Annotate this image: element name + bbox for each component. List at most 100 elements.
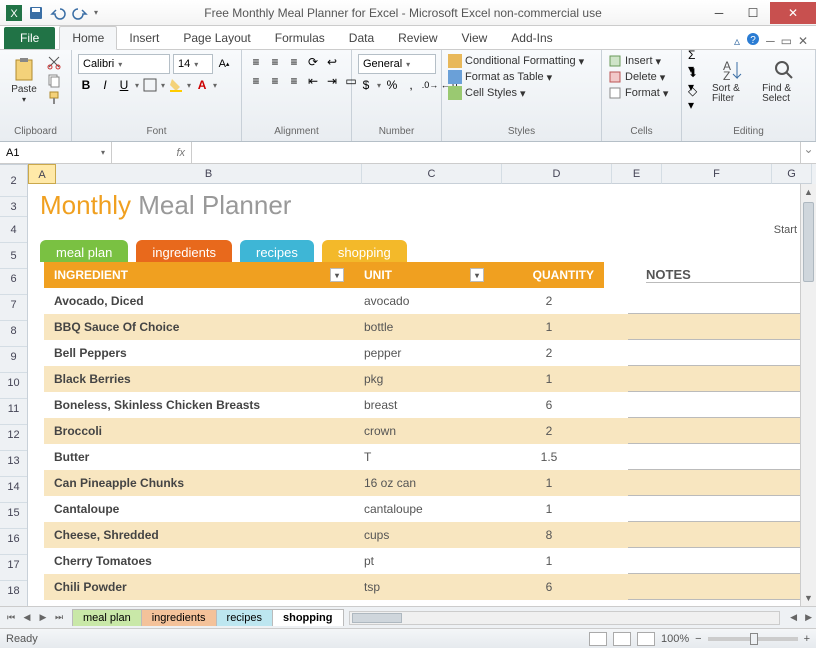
row-header-3[interactable]: 3 [0, 197, 27, 217]
grow-font-icon[interactable]: A▴ [216, 56, 232, 72]
name-box[interactable]: A1▾ [0, 142, 112, 163]
increase-decimal-icon[interactable]: .0→ [422, 77, 438, 93]
sheet-tab-ingredients[interactable]: ingredients [141, 609, 217, 626]
row-header-18[interactable]: 18 [0, 581, 27, 607]
row-header-4[interactable]: 4 [0, 217, 27, 243]
clear-icon[interactable]: ◇ ▾ [688, 90, 704, 106]
formula-input[interactable] [192, 142, 800, 163]
font-color-icon[interactable]: A [194, 77, 210, 93]
column-header-A[interactable]: A [28, 164, 56, 184]
italic-icon[interactable]: I [97, 77, 113, 93]
align-top-icon[interactable]: ≡ [248, 54, 264, 70]
tab-home[interactable]: Home [59, 26, 117, 50]
expand-formula-bar-icon[interactable]: ⌄ [800, 142, 816, 163]
zoom-level[interactable]: 100% [661, 633, 689, 645]
notes-line[interactable] [628, 340, 808, 366]
border-icon[interactable] [142, 77, 158, 93]
bold-icon[interactable]: B [78, 77, 94, 93]
minimize-button[interactable]: ─ [702, 2, 736, 24]
content-tab-recipes[interactable]: recipes [240, 240, 314, 262]
column-header-G[interactable]: G [772, 164, 812, 184]
column-header-C[interactable]: C [362, 164, 502, 184]
column-header-D[interactable]: D [502, 164, 612, 184]
row-header-16[interactable]: 16 [0, 529, 27, 555]
conditional-formatting-button[interactable]: Conditional Formatting ▾ [448, 54, 584, 68]
minimize-ribbon-icon[interactable]: ▵ [734, 34, 740, 48]
find-select-button[interactable]: Find & Select [758, 54, 809, 106]
page-layout-view-icon[interactable] [613, 632, 631, 646]
file-tab[interactable]: File [4, 27, 55, 49]
tab-data[interactable]: Data [337, 27, 386, 49]
sheet-tab-recipes[interactable]: recipes [216, 609, 273, 626]
window-close-icon[interactable]: ✕ [798, 34, 808, 48]
increase-indent-icon[interactable]: ⇥ [324, 73, 340, 89]
row-header-11[interactable]: 11 [0, 399, 27, 425]
notes-line[interactable] [628, 522, 808, 548]
copy-icon[interactable] [46, 72, 62, 88]
row-header-14[interactable]: 14 [0, 477, 27, 503]
number-format-combo[interactable]: General▾ [358, 54, 436, 74]
zoom-out-icon[interactable]: − [695, 633, 701, 645]
vertical-scrollbar[interactable]: ▲▼ [800, 184, 816, 606]
save-icon[interactable] [28, 5, 44, 21]
row-header-9[interactable]: 9 [0, 347, 27, 373]
tab-insert[interactable]: Insert [117, 27, 171, 49]
notes-line[interactable] [628, 366, 808, 392]
column-header-F[interactable]: F [662, 164, 772, 184]
filter-ingredient-icon[interactable]: ▾ [330, 268, 344, 282]
close-button[interactable]: ✕ [770, 2, 816, 24]
paste-button[interactable]: Paste ▾ [6, 54, 42, 106]
content-tab-shopping[interactable]: shopping [322, 240, 407, 262]
accounting-format-icon[interactable]: $ [358, 77, 374, 93]
orientation-icon[interactable]: ⟳ [305, 54, 321, 70]
zoom-in-icon[interactable]: + [804, 633, 810, 645]
row-header-15[interactable]: 15 [0, 503, 27, 529]
tab-review[interactable]: Review [386, 27, 449, 49]
underline-icon[interactable]: U [116, 77, 132, 93]
tab-addins[interactable]: Add-Ins [499, 27, 564, 49]
content-tab-meal-plan[interactable]: meal plan [40, 240, 128, 262]
redo-icon[interactable] [72, 5, 88, 21]
sheet-nav[interactable]: ⏮◀▶⏭ [4, 612, 66, 623]
page-break-view-icon[interactable] [637, 632, 655, 646]
notes-line[interactable] [628, 392, 808, 418]
row-header-6[interactable]: 6 [0, 269, 27, 295]
notes-line[interactable] [628, 470, 808, 496]
sort-filter-button[interactable]: AZ Sort & Filter [708, 54, 754, 106]
notes-line[interactable] [628, 574, 808, 600]
format-as-table-button[interactable]: Format as Table ▾ [448, 70, 552, 84]
row-header-2[interactable]: 2 [0, 165, 27, 197]
horizontal-scrollbar[interactable] [349, 611, 781, 625]
column-header-E[interactable]: E [612, 164, 662, 184]
wrap-text-icon[interactable]: ↩ [324, 54, 340, 70]
sheet-tab-shopping[interactable]: shopping [272, 609, 344, 626]
align-right-icon[interactable]: ≡ [286, 73, 302, 89]
align-left-icon[interactable]: ≡ [248, 73, 264, 89]
zoom-slider[interactable] [708, 637, 798, 641]
row-header-10[interactable]: 10 [0, 373, 27, 399]
font-size-combo[interactable]: 14▾ [173, 54, 213, 74]
notes-line[interactable] [628, 418, 808, 444]
percent-icon[interactable]: % [384, 77, 400, 93]
row-header-17[interactable]: 17 [0, 555, 27, 581]
sheet-tab-meal-plan[interactable]: meal plan [72, 609, 142, 626]
notes-line[interactable] [628, 496, 808, 522]
row-header-5[interactable]: 5 [0, 243, 27, 269]
undo-icon[interactable] [50, 5, 66, 21]
align-middle-icon[interactable]: ≡ [267, 54, 283, 70]
maximize-button[interactable]: ☐ [736, 2, 770, 24]
comma-icon[interactable]: , [403, 77, 419, 93]
content-tab-ingredients[interactable]: ingredients [136, 240, 232, 262]
row-header-12[interactable]: 12 [0, 425, 27, 451]
format-painter-icon[interactable] [46, 90, 62, 106]
column-header-B[interactable]: B [56, 164, 362, 184]
cut-icon[interactable] [46, 54, 62, 70]
row-header-13[interactable]: 13 [0, 451, 27, 477]
row-header-7[interactable]: 7 [0, 295, 27, 321]
fx-label[interactable]: fx [112, 142, 192, 163]
align-bottom-icon[interactable]: ≡ [286, 54, 302, 70]
tab-formulas[interactable]: Formulas [263, 27, 337, 49]
notes-line[interactable] [628, 288, 808, 314]
filter-unit-icon[interactable]: ▾ [470, 268, 484, 282]
notes-line[interactable] [628, 314, 808, 340]
